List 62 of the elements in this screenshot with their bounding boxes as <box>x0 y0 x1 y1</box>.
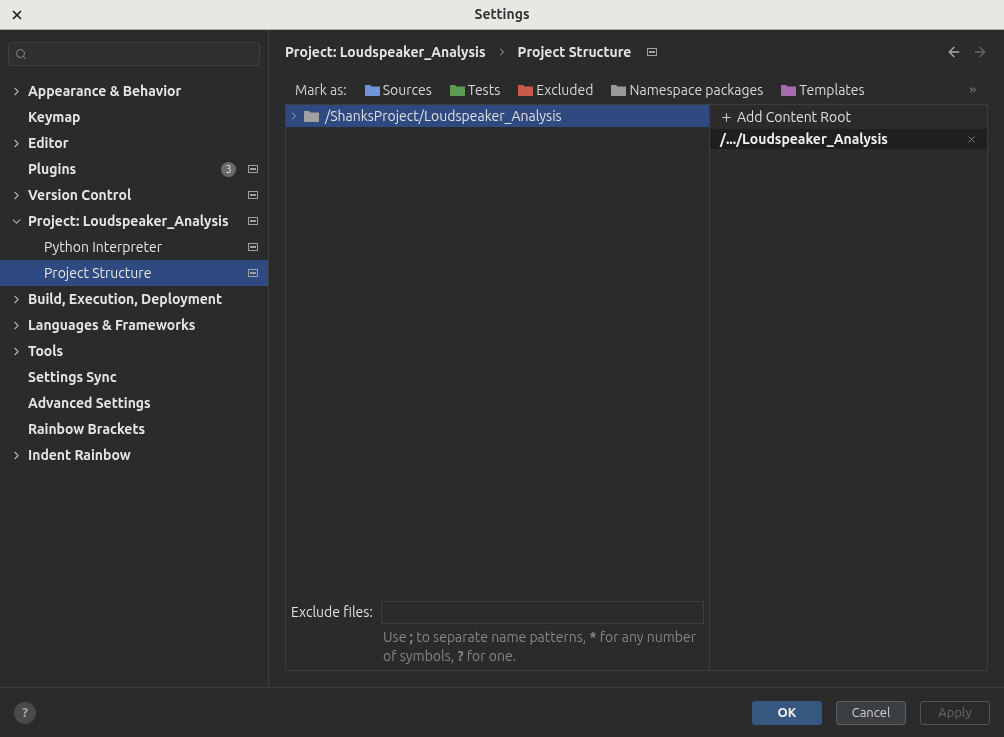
content-root-row[interactable]: /.../Loudspeaker_Analysis <box>710 129 987 149</box>
exclude-files-hint: Use ; to separate name patterns, * for any number of symbols, ? for one. <box>383 628 697 666</box>
window-title: Settings <box>474 5 530 24</box>
sidebar-label: Plugins <box>28 159 78 179</box>
project-level-icon <box>248 191 258 199</box>
add-content-root-button[interactable]: Add Content Root <box>710 105 987 129</box>
sidebar-item[interactable]: Languages & Frameworks <box>0 312 268 338</box>
sidebar-label: Keymap <box>28 107 82 127</box>
exclude-files-label: Exclude files: <box>291 603 373 622</box>
project-level-icon <box>248 165 258 173</box>
sidebar-label: Project Structure <box>44 263 153 283</box>
project-level-icon <box>248 243 258 251</box>
dialog-button[interactable]: Cancel <box>836 700 906 725</box>
mark-as-button[interactable]: Tests <box>449 79 501 101</box>
folder-icon <box>304 110 319 122</box>
sidebar-label: Rainbow Brackets <box>28 419 147 439</box>
sidebar-label: Tools <box>28 341 65 361</box>
breadcrumb-item[interactable]: Project: Loudspeaker_Analysis <box>285 41 486 63</box>
mark-as-label: Mark as: <box>295 80 347 100</box>
project-level-icon <box>248 217 258 225</box>
count-badge: 3 <box>221 161 236 177</box>
plus-icon <box>720 110 733 124</box>
tree-row[interactable]: /ShanksProject/Loudspeaker_Analysis <box>286 105 709 127</box>
sidebar-item[interactable]: Advanced Settings <box>0 390 268 416</box>
sidebar-item[interactable]: Python Interpreter <box>0 234 268 260</box>
project-level-icon <box>647 48 658 56</box>
sidebar-item[interactable]: Tools <box>0 338 268 364</box>
sidebar-label: Languages & Frameworks <box>28 315 197 335</box>
sidebar-item[interactable]: Plugins 3 <box>0 156 268 182</box>
ok-button[interactable]: OK <box>752 700 822 725</box>
sidebar-label: Project: Loudspeaker_Analysis <box>28 211 230 231</box>
sidebar-item[interactable]: Build, Execution, Deployment <box>0 286 268 312</box>
sidebar-item[interactable]: Project: Loudspeaker_Analysis <box>0 208 268 234</box>
mark-as-button[interactable]: Namespace packages <box>611 79 764 101</box>
sidebar-item[interactable]: Version Control <box>0 182 268 208</box>
sidebar-item[interactable]: Settings Sync <box>0 364 268 390</box>
search-field[interactable] <box>8 42 260 66</box>
search-icon <box>15 48 27 60</box>
sidebar-label: Indent Rainbow <box>28 445 132 465</box>
sidebar-label: Settings Sync <box>28 367 118 387</box>
tree-label: /ShanksProject/Loudspeaker_Analysis <box>325 106 562 126</box>
sidebar-label: Advanced Settings <box>28 393 152 413</box>
content-root-label: /.../Loudspeaker_Analysis <box>720 129 889 149</box>
help-button[interactable]: ? <box>14 701 36 724</box>
breadcrumb-item: Project Structure <box>517 42 632 62</box>
sidebar-label: Appearance & Behavior <box>28 81 183 101</box>
sidebar-item[interactable]: Editor <box>0 130 268 156</box>
mark-as-button[interactable]: Excluded <box>518 79 594 101</box>
sidebar-label: Build, Execution, Deployment <box>28 289 224 309</box>
sidebar-item[interactable]: Appearance & Behavior <box>0 78 268 104</box>
sidebar-item[interactable]: Rainbow Brackets <box>0 416 268 442</box>
remove-icon[interactable] <box>966 133 977 145</box>
sidebar-item[interactable]: Project Structure <box>0 260 268 286</box>
sidebar-item[interactable]: Indent Rainbow <box>0 442 268 468</box>
mark-as-button[interactable]: Templates <box>781 79 865 101</box>
mark-as-button[interactable]: Sources <box>364 79 432 101</box>
sidebar-label: Python Interpreter <box>44 237 163 257</box>
project-level-icon <box>248 269 258 277</box>
sidebar-label: Editor <box>28 133 70 153</box>
more-icon[interactable] <box>968 85 978 95</box>
sidebar-label: Version Control <box>28 185 133 205</box>
sidebar-item[interactable]: Keymap <box>0 104 268 130</box>
